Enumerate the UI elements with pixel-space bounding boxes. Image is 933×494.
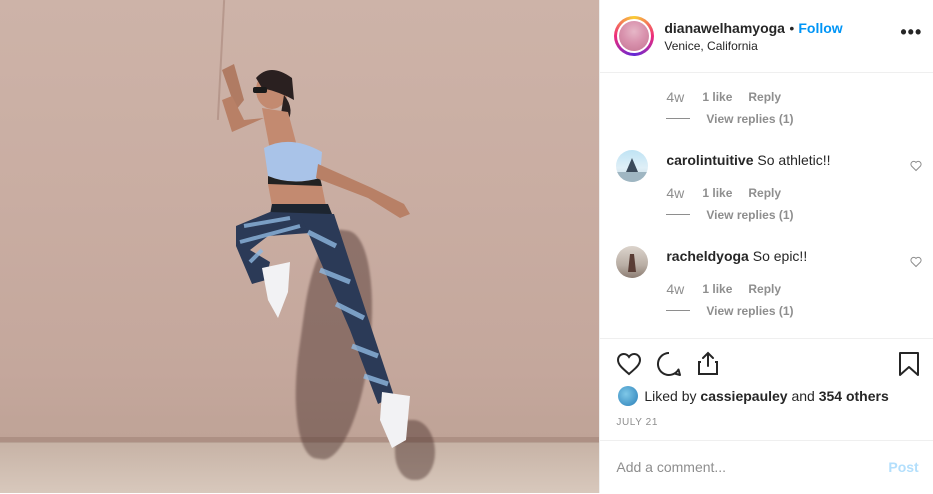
comment-input[interactable] — [616, 459, 857, 475]
follow-button[interactable]: Follow — [798, 20, 842, 36]
comments-list[interactable]: 4w 1 like Reply View replies (1) carolin… — [600, 73, 933, 338]
share-icon[interactable] — [696, 350, 720, 376]
comment-text: So athletic!! — [757, 152, 831, 168]
liker-username[interactable]: cassiepauley — [700, 388, 787, 404]
reply-button[interactable]: Reply — [748, 186, 781, 200]
reply-line — [666, 118, 691, 119]
author-username[interactable]: dianawelhamyoga — [664, 20, 785, 36]
comment-like-icon[interactable] — [910, 160, 922, 172]
liked-by-label: Liked by — [644, 388, 697, 404]
author-avatar[interactable] — [614, 16, 655, 56]
more-options-icon[interactable]: ••• — [900, 22, 922, 43]
post-header: dianawelhamyoga • Follow Venice, Califor… — [600, 0, 933, 73]
commenter-username[interactable]: racheldyoga — [666, 248, 748, 264]
bookmark-icon[interactable] — [898, 351, 920, 377]
reply-button[interactable]: Reply — [748, 90, 781, 104]
likes-summary: Liked by cassiepauley and 354 others — [644, 388, 888, 404]
reply-line — [666, 310, 691, 311]
comment-likes[interactable]: 1 like — [702, 90, 732, 104]
comment-time: 4w — [666, 89, 685, 105]
comment-like-icon[interactable] — [910, 256, 922, 268]
post-location[interactable]: Venice, California — [664, 39, 757, 53]
view-replies-button[interactable]: View replies (1) — [706, 304, 793, 318]
commenter-avatar[interactable] — [616, 150, 649, 182]
post-date[interactable]: JULY 21 — [616, 417, 658, 428]
view-replies-button[interactable]: View replies (1) — [706, 208, 793, 222]
comment-time: 4w — [666, 185, 685, 201]
comment-time: 4w — [666, 281, 685, 297]
post-photo[interactable] — [0, 0, 600, 493]
comment-likes[interactable]: 1 like — [702, 186, 732, 200]
header-separator: • — [789, 20, 795, 36]
comment-text: So epic!! — [752, 248, 808, 264]
commenter-avatar[interactable] — [616, 246, 649, 278]
commenter-username[interactable]: carolintuitive — [666, 152, 753, 168]
reply-line — [666, 214, 691, 215]
heart-icon[interactable] — [616, 352, 642, 376]
post-actions: Liked by cassiepauley and 354 others JUL… — [600, 338, 933, 441]
likes-and-label: and — [791, 388, 815, 404]
likes-others-link[interactable]: 354 others — [819, 388, 889, 404]
post-button[interactable]: Post — [888, 459, 918, 475]
add-comment-bar: Post — [600, 440, 933, 494]
comment-likes[interactable]: 1 like — [702, 282, 732, 296]
comment-icon[interactable] — [656, 351, 682, 377]
instagram-post-modal: dianawelhamyoga • Follow Venice, Califor… — [0, 0, 933, 493]
view-replies-button[interactable]: View replies (1) — [706, 112, 793, 126]
post-sidebar: dianawelhamyoga • Follow Venice, Califor… — [599, 0, 933, 493]
liker-avatar[interactable] — [618, 386, 639, 406]
reply-button[interactable]: Reply — [748, 282, 781, 296]
jumping-woman-figure — [222, 64, 410, 448]
